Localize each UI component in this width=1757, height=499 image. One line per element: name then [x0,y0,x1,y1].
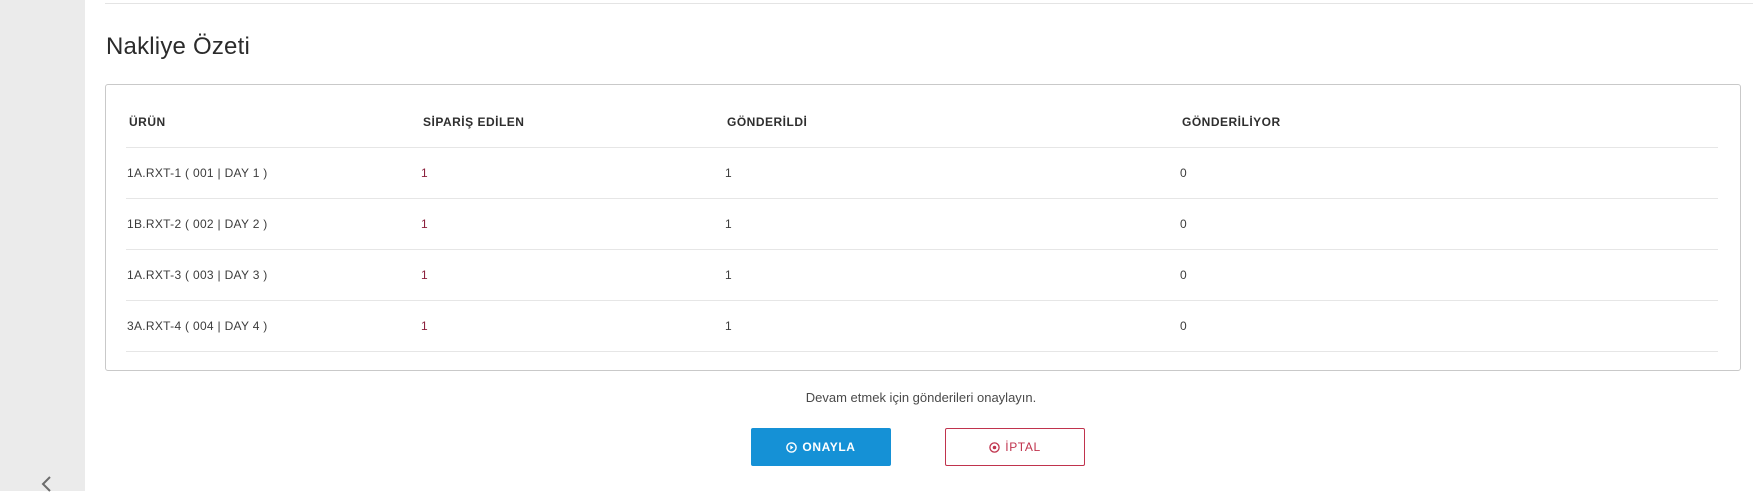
shipping-summary-panel: ÜRÜN SİPARİŞ EDİLEN GÖNDERİLDİ GÖNDERİLİ… [105,84,1741,371]
main-content: Nakliye Özeti ÜRÜN SİPARİŞ EDİLEN GÖNDER… [85,0,1757,491]
ordered-cell: 1 [420,249,724,301]
shipping-summary-table: ÜRÜN SİPARİŞ EDİLEN GÖNDERİLDİ GÖNDERİLİ… [126,85,1718,352]
shipping-cell: 0 [1179,249,1718,301]
confirm-hint-text: Devam etmek için gönderileri onaylayın. [805,390,1037,405]
table-row: 1B.RXT-2 ( 002 | DAY 2 ) 1 1 0 [126,198,1718,250]
column-header-ordered: SİPARİŞ EDİLEN [420,85,724,148]
shipping-cell: 0 [1179,198,1718,250]
circle-arrow-icon [786,441,798,453]
product-cell: 1B.RXT-2 ( 002 | DAY 2 ) [126,198,420,250]
product-cell: 1A.RXT-3 ( 003 | DAY 3 ) [126,249,420,301]
section-title: Nakliye Özeti [106,33,250,60]
cancel-button[interactable]: İPTAL [945,428,1085,466]
chevron-left-icon[interactable] [40,474,60,494]
shipped-cell: 1 [724,300,1179,352]
table-header-row: ÜRÜN SİPARİŞ EDİLEN GÖNDERİLDİ GÖNDERİLİ… [126,85,1718,148]
ordered-cell: 1 [420,300,724,352]
confirm-button[interactable]: ONAYLA [751,428,891,466]
product-cell: 1A.RXT-1 ( 001 | DAY 1 ) [126,147,420,199]
divider [105,3,1753,4]
column-header-shipped: GÖNDERİLDİ [724,85,1179,148]
ordered-cell: 1 [420,147,724,199]
left-sidebar-rail [0,0,85,494]
shipping-cell: 0 [1179,147,1718,199]
table-row: 3A.RXT-4 ( 004 | DAY 4 ) 1 1 0 [126,300,1718,352]
table-row: 1A.RXT-3 ( 003 | DAY 3 ) 1 1 0 [126,249,1718,301]
cancel-button-label: İPTAL [1005,440,1041,454]
shipping-cell: 0 [1179,300,1718,352]
table-row: 1A.RXT-1 ( 001 | DAY 1 ) 1 1 0 [126,147,1718,199]
ordered-cell: 1 [420,198,724,250]
shipped-cell: 1 [724,147,1179,199]
column-header-product: ÜRÜN [126,85,420,148]
column-header-shipping: GÖNDERİLİYOR [1179,85,1718,148]
product-cell: 3A.RXT-4 ( 004 | DAY 4 ) [126,300,420,352]
shipped-cell: 1 [724,198,1179,250]
circle-x-icon [989,441,1001,453]
confirm-button-label: ONAYLA [802,440,856,454]
shipped-cell: 1 [724,249,1179,301]
